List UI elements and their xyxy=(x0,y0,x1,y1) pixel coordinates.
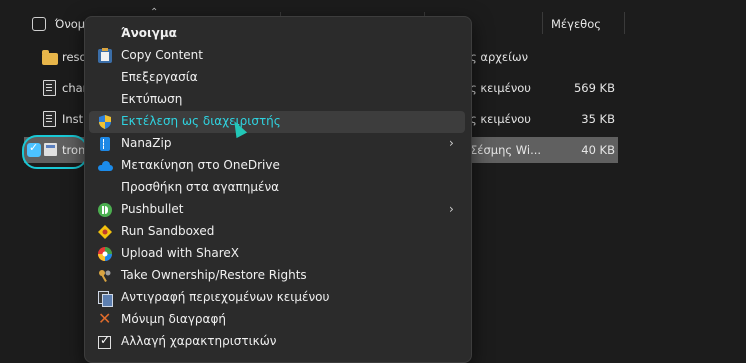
menu-item-copy-text-contents[interactable]: Αντιγραφή περιεχομένων κειμένου xyxy=(89,287,465,309)
file-type: ς κειμένου xyxy=(470,112,531,126)
file-size: 35 KB xyxy=(581,112,615,126)
copy-text-icon xyxy=(98,291,113,307)
size-column-header[interactable]: Μέγεθος xyxy=(551,17,601,31)
pushbullet-icon xyxy=(98,203,112,217)
attributes-check-icon: ✓ xyxy=(98,333,111,349)
file-type: ς αρχείων xyxy=(470,50,529,64)
menu-item-open[interactable]: Άνοιγμα xyxy=(89,23,465,45)
menu-item-nanazip[interactable]: NanaZip › xyxy=(89,133,465,155)
menu-item-run-sandboxed[interactable]: Run Sandboxed xyxy=(89,221,465,243)
menu-item-permanent-delete[interactable]: ✕ Μόνιμη διαγραφή xyxy=(89,309,465,331)
file-type: Σέσμης Wi... xyxy=(470,143,542,157)
onedrive-cloud-icon xyxy=(98,159,113,173)
sandboxie-icon xyxy=(98,225,112,239)
select-all-checkbox[interactable] xyxy=(32,17,46,31)
menu-item-pushbullet[interactable]: Pushbullet › xyxy=(89,199,465,221)
file-type: ς κειμένου xyxy=(470,81,531,95)
nanazip-icon xyxy=(100,137,110,151)
menu-item-edit[interactable]: Επεξεργασία xyxy=(89,67,465,89)
name-column-header[interactable]: Όνομ xyxy=(55,17,85,31)
menu-item-add-to-favorites[interactable]: Προσθήκη στα αγαπημένα xyxy=(89,177,465,199)
folder-icon xyxy=(42,50,58,65)
menu-item-move-to-onedrive[interactable]: Μετακίνηση στο OneDrive xyxy=(89,155,465,177)
submenu-chevron-icon: › xyxy=(449,136,454,150)
uac-shield-icon xyxy=(99,115,111,129)
file-size: 40 KB xyxy=(581,143,615,157)
menu-item-copy-content[interactable]: Copy Content xyxy=(89,45,465,67)
menu-item-change-attributes[interactable]: ✓ Αλλαγή χαρακτηριστικών xyxy=(89,331,465,353)
sharex-icon xyxy=(98,247,112,261)
text-file-icon xyxy=(43,111,56,127)
menu-item-take-ownership[interactable]: Take Ownership/Restore Rights xyxy=(89,265,465,287)
column-divider[interactable] xyxy=(542,12,543,34)
menu-item-run-as-admin[interactable]: Εκτέλεση ως διαχειριστής xyxy=(89,111,465,133)
menu-item-print[interactable]: Εκτύπωση xyxy=(89,89,465,111)
file-size: 569 KB xyxy=(573,81,615,95)
selection-highlight-ring xyxy=(22,135,88,169)
submenu-chevron-icon: › xyxy=(449,202,454,216)
delete-x-icon: ✕ xyxy=(98,309,112,328)
file-name: reso xyxy=(62,50,87,64)
context-menu: Άνοιγμα Copy Content Επεξεργασία Εκτύπωσ… xyxy=(84,16,472,363)
ownership-keys-icon xyxy=(99,270,111,282)
text-file-icon xyxy=(43,80,56,96)
clipboard-icon xyxy=(98,48,112,63)
menu-item-upload-sharex[interactable]: Upload with ShareX xyxy=(89,243,465,265)
column-divider[interactable] xyxy=(624,12,625,34)
